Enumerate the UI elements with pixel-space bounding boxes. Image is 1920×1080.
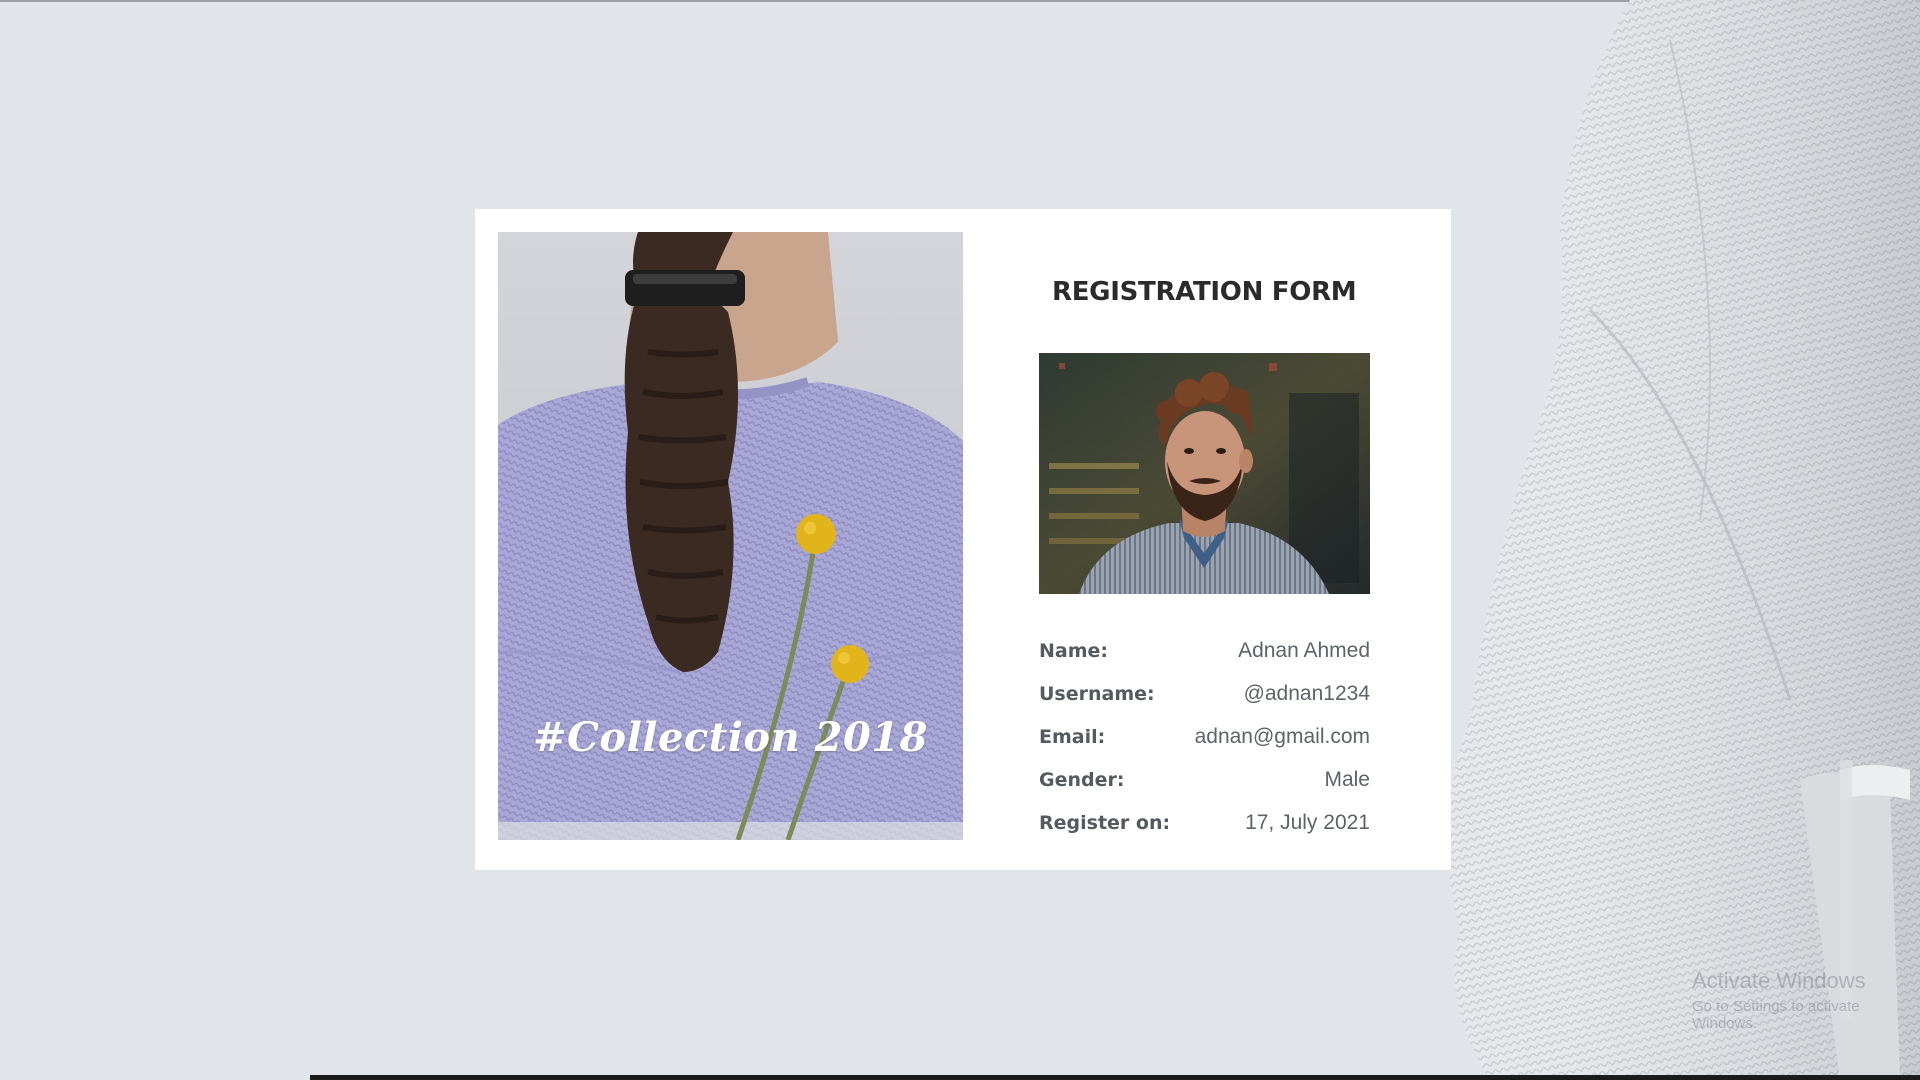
detail-row-name: Name: Adnan Ahmed xyxy=(1039,629,1370,672)
gender-value: Male xyxy=(1324,767,1370,791)
registration-card: #Collection 2018 REGISTRATION FORM Name:… xyxy=(475,209,1451,870)
username-value: @adnan1234 xyxy=(1243,681,1370,705)
profile-photo xyxy=(1039,353,1370,594)
collection-caption: #Collection 2018 xyxy=(533,714,928,761)
background-model-image xyxy=(1447,0,1920,1080)
detail-row-register-date: Register on: 17, July 2021 xyxy=(1039,801,1370,844)
registration-details: Name: Adnan Ahmed Username: @adnan1234 E… xyxy=(1039,629,1370,844)
detail-row-email: Email: adnan@gmail.com xyxy=(1039,715,1370,758)
register-on-value: 17, July 2021 xyxy=(1245,810,1370,834)
watermark-line-1: Activate Windows xyxy=(1692,968,1866,993)
register-on-label: Register on: xyxy=(1039,811,1171,834)
detail-row-username: Username: @adnan1234 xyxy=(1039,672,1370,715)
name-label: Name: xyxy=(1039,639,1109,662)
name-value: Adnan Ahmed xyxy=(1238,638,1370,662)
detail-row-gender: Gender: Male xyxy=(1039,758,1370,801)
activate-windows-watermark: Activate Windows Go to Settings to activ… xyxy=(1692,968,1920,1032)
email-label: Email: xyxy=(1039,725,1106,748)
bottom-bar xyxy=(310,1075,1920,1080)
collection-photo: #Collection 2018 xyxy=(498,232,963,840)
profile-photo-art xyxy=(1039,353,1370,594)
username-label: Username: xyxy=(1039,682,1155,705)
gender-label: Gender: xyxy=(1039,768,1125,791)
form-title: REGISTRATION FORM xyxy=(1052,277,1357,307)
page: Activate Windows Go to Settings to activ… xyxy=(0,0,1920,1080)
watermark-line-2: Go to Settings to activate Windows. xyxy=(1692,998,1860,1032)
email-value: adnan@gmail.com xyxy=(1194,724,1370,748)
